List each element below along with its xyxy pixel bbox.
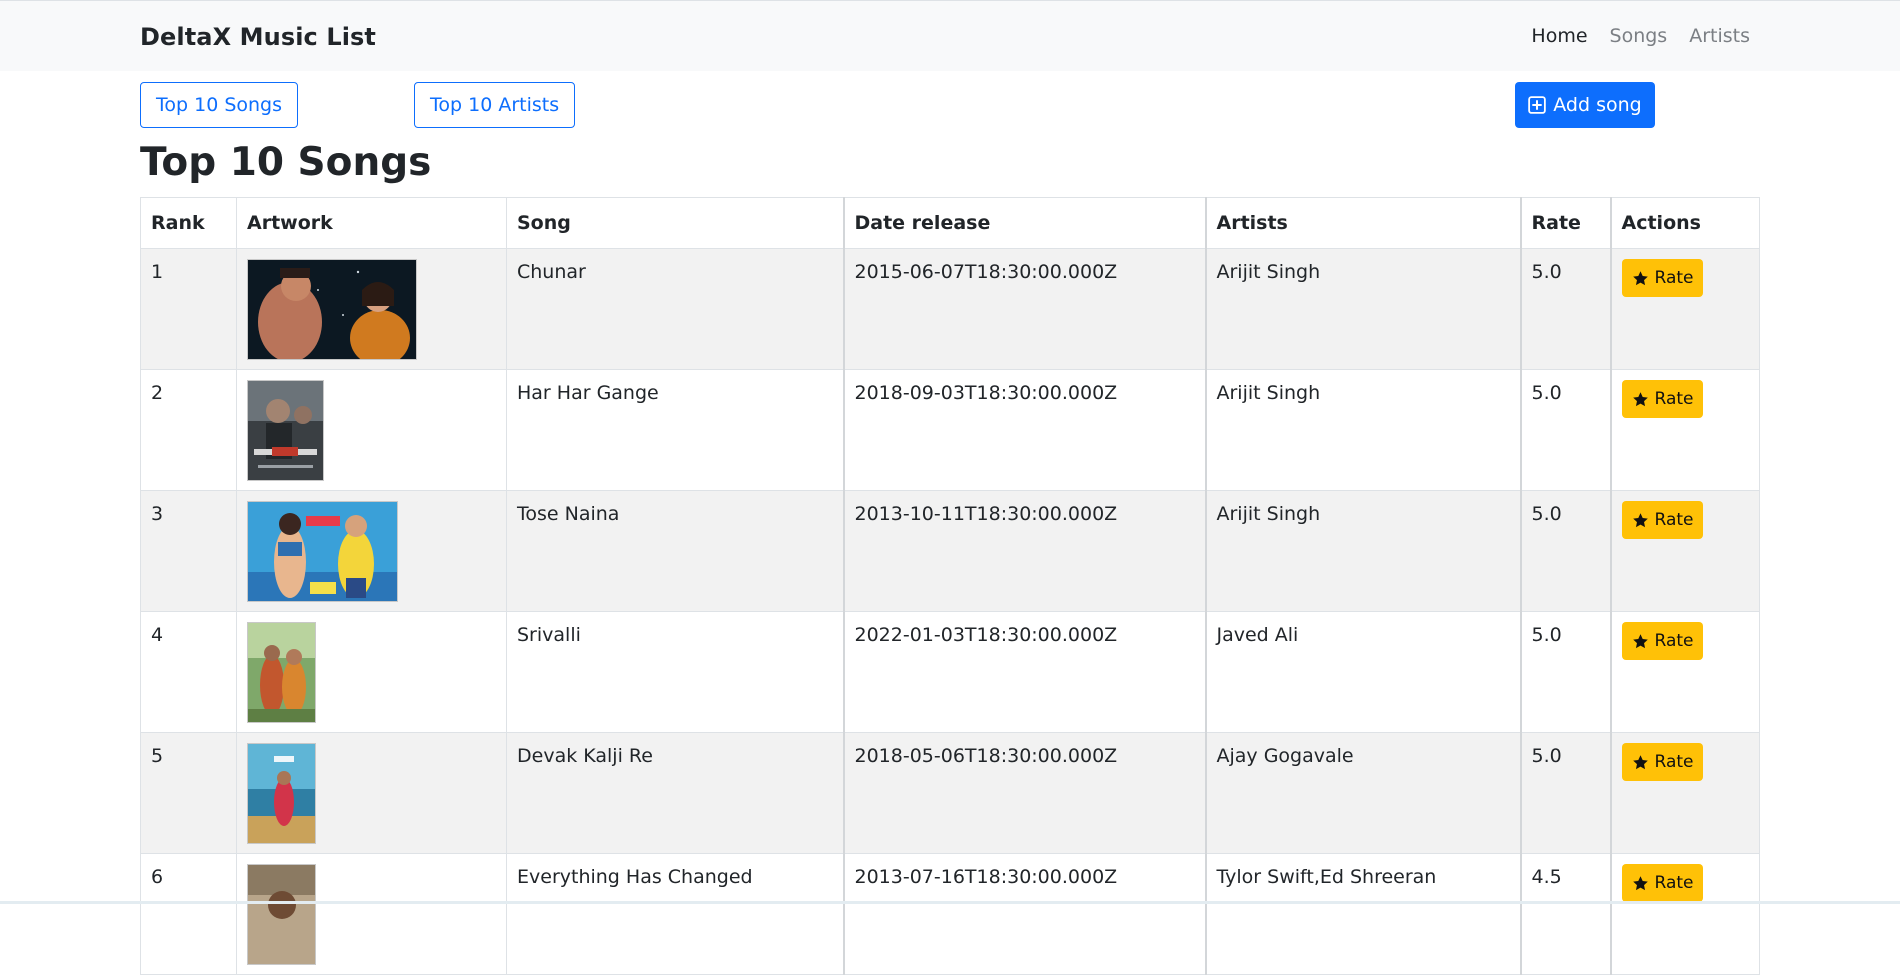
star-icon [1632, 270, 1648, 285]
table-header-row: Rank Artwork Song Date release Artists R… [140, 197, 1760, 249]
column-header-artwork: Artwork [236, 197, 507, 249]
date-release-cell: 2013-10-11T18:30:00.000Z [843, 490, 1207, 612]
rate-cell: 4.5 [1520, 853, 1612, 975]
date-release-cell: 2015-06-07T18:30:00.000Z [843, 248, 1207, 370]
rate-button[interactable]: Rate [1621, 743, 1704, 781]
rate-cell: 5.0 [1520, 248, 1612, 370]
actions-cell: Rate [1610, 732, 1760, 854]
star-icon [1632, 875, 1648, 890]
star-icon [1632, 754, 1648, 769]
song-artwork-image[interactable] [247, 380, 324, 481]
artists-cell: Arijit Singh [1205, 248, 1522, 370]
date-release-cell: 2022-01-03T18:30:00.000Z [843, 611, 1207, 733]
artwork-cell [236, 611, 507, 733]
rate-button-label: Rate [1654, 389, 1694, 409]
rate-button[interactable]: Rate [1621, 380, 1704, 418]
column-header-rate: Rate [1520, 197, 1612, 249]
table-row: 5 Devak Kalji Re 2018-05-06T18:30:00.000… [140, 732, 1760, 854]
rate-button[interactable]: Rate [1621, 259, 1704, 297]
column-header-rank: Rank [140, 197, 237, 249]
songs-table: Rank Artwork Song Date release Artists R… [140, 197, 1760, 975]
artwork-cell [236, 369, 507, 491]
rate-button-label: Rate [1654, 631, 1694, 651]
rate-button-label: Rate [1654, 510, 1694, 530]
rank-cell: 6 [140, 853, 237, 975]
rate-cell: 5.0 [1520, 369, 1612, 491]
rate-cell: 5.0 [1520, 611, 1612, 733]
actions-cell: Rate [1610, 248, 1760, 370]
top-artists-button[interactable]: Top 10 Artists [414, 82, 576, 128]
table-row: 1 Chunar 2015-06-07T18:30:00.000Z Arijit… [140, 248, 1760, 370]
song-artwork-image[interactable] [247, 259, 417, 360]
top-songs-button[interactable]: Top 10 Songs [140, 82, 299, 128]
navbar-brand[interactable]: DeltaX Music List [140, 23, 376, 51]
artwork-cell [236, 248, 507, 370]
song-artwork-image[interactable] [247, 622, 316, 723]
rate-cell: 5.0 [1520, 732, 1612, 854]
column-header-song: Song [506, 197, 845, 249]
date-release-cell: 2018-05-06T18:30:00.000Z [843, 732, 1207, 854]
actions-cell: Rate [1610, 611, 1760, 733]
nav-link-songs[interactable]: Songs [1610, 25, 1668, 47]
star-icon [1632, 512, 1648, 527]
artwork-cell [236, 490, 507, 612]
rate-button-label: Rate [1654, 873, 1694, 893]
artists-cell: Javed Ali [1205, 611, 1522, 733]
star-icon [1632, 633, 1648, 648]
date-release-cell: 2013-07-16T18:30:00.000Z [843, 853, 1207, 975]
actions-cell: Rate [1610, 369, 1760, 491]
song-cell: Everything Has Changed [506, 853, 845, 975]
date-release-cell: 2018-09-03T18:30:00.000Z [843, 369, 1207, 491]
song-artwork-image[interactable] [247, 501, 398, 602]
column-header-actions: Actions [1610, 197, 1760, 249]
rank-cell: 2 [140, 369, 237, 491]
navbar: DeltaX Music List Home Songs Artists [0, 0, 1900, 71]
song-cell: Srivalli [506, 611, 845, 733]
song-cell: Har Har Gange [506, 369, 845, 491]
column-header-date-release: Date release [843, 197, 1207, 249]
add-song-label: Add song [1553, 94, 1642, 116]
table-row: 3 Tose Naina 2013-10-11T18:30:00.000Z Ar… [140, 490, 1760, 612]
column-header-artists: Artists [1205, 197, 1522, 249]
song-cell: Tose Naina [506, 490, 845, 612]
song-artwork-image[interactable] [247, 864, 316, 965]
rate-cell: 5.0 [1520, 490, 1612, 612]
artwork-cell [236, 732, 507, 854]
add-song-button[interactable]: Add song [1515, 82, 1655, 128]
rate-button-label: Rate [1654, 752, 1694, 772]
page-title: Top 10 Songs [140, 140, 432, 185]
actions-cell: Rate [1610, 853, 1760, 975]
rank-cell: 1 [140, 248, 237, 370]
rate-button-label: Rate [1654, 268, 1694, 288]
song-cell: Devak Kalji Re [506, 732, 845, 854]
table-row: 2 Har Har Gange 2018-09-03T18:30:00.000Z… [140, 369, 1760, 491]
artists-cell: Arijit Singh [1205, 369, 1522, 491]
plus-square-icon [1528, 96, 1547, 114]
rank-cell: 3 [140, 490, 237, 612]
artwork-cell [236, 853, 507, 975]
nav-link-artists[interactable]: Artists [1689, 25, 1750, 47]
song-artwork-image[interactable] [247, 743, 316, 844]
star-icon [1632, 391, 1648, 406]
artists-cell: Ajay Gogavale [1205, 732, 1522, 854]
rate-button[interactable]: Rate [1621, 501, 1704, 539]
nav-links: Home Songs Artists [1531, 25, 1750, 47]
actions-cell: Rate [1610, 490, 1760, 612]
nav-link-home[interactable]: Home [1531, 25, 1587, 47]
artists-cell: Tylor Swift,Ed Shreeran [1205, 853, 1522, 975]
song-cell: Chunar [506, 248, 845, 370]
artists-cell: Arijit Singh [1205, 490, 1522, 612]
table-row: 4 Srivalli 2022-01-03T18:30:00.000Z Jave… [140, 611, 1760, 733]
rank-cell: 5 [140, 732, 237, 854]
table-row: 6 Everything Has Changed 2013-07-16T18:3… [140, 853, 1760, 975]
rate-button[interactable]: Rate [1621, 622, 1704, 660]
rate-button[interactable]: Rate [1621, 864, 1704, 902]
rank-cell: 4 [140, 611, 237, 733]
